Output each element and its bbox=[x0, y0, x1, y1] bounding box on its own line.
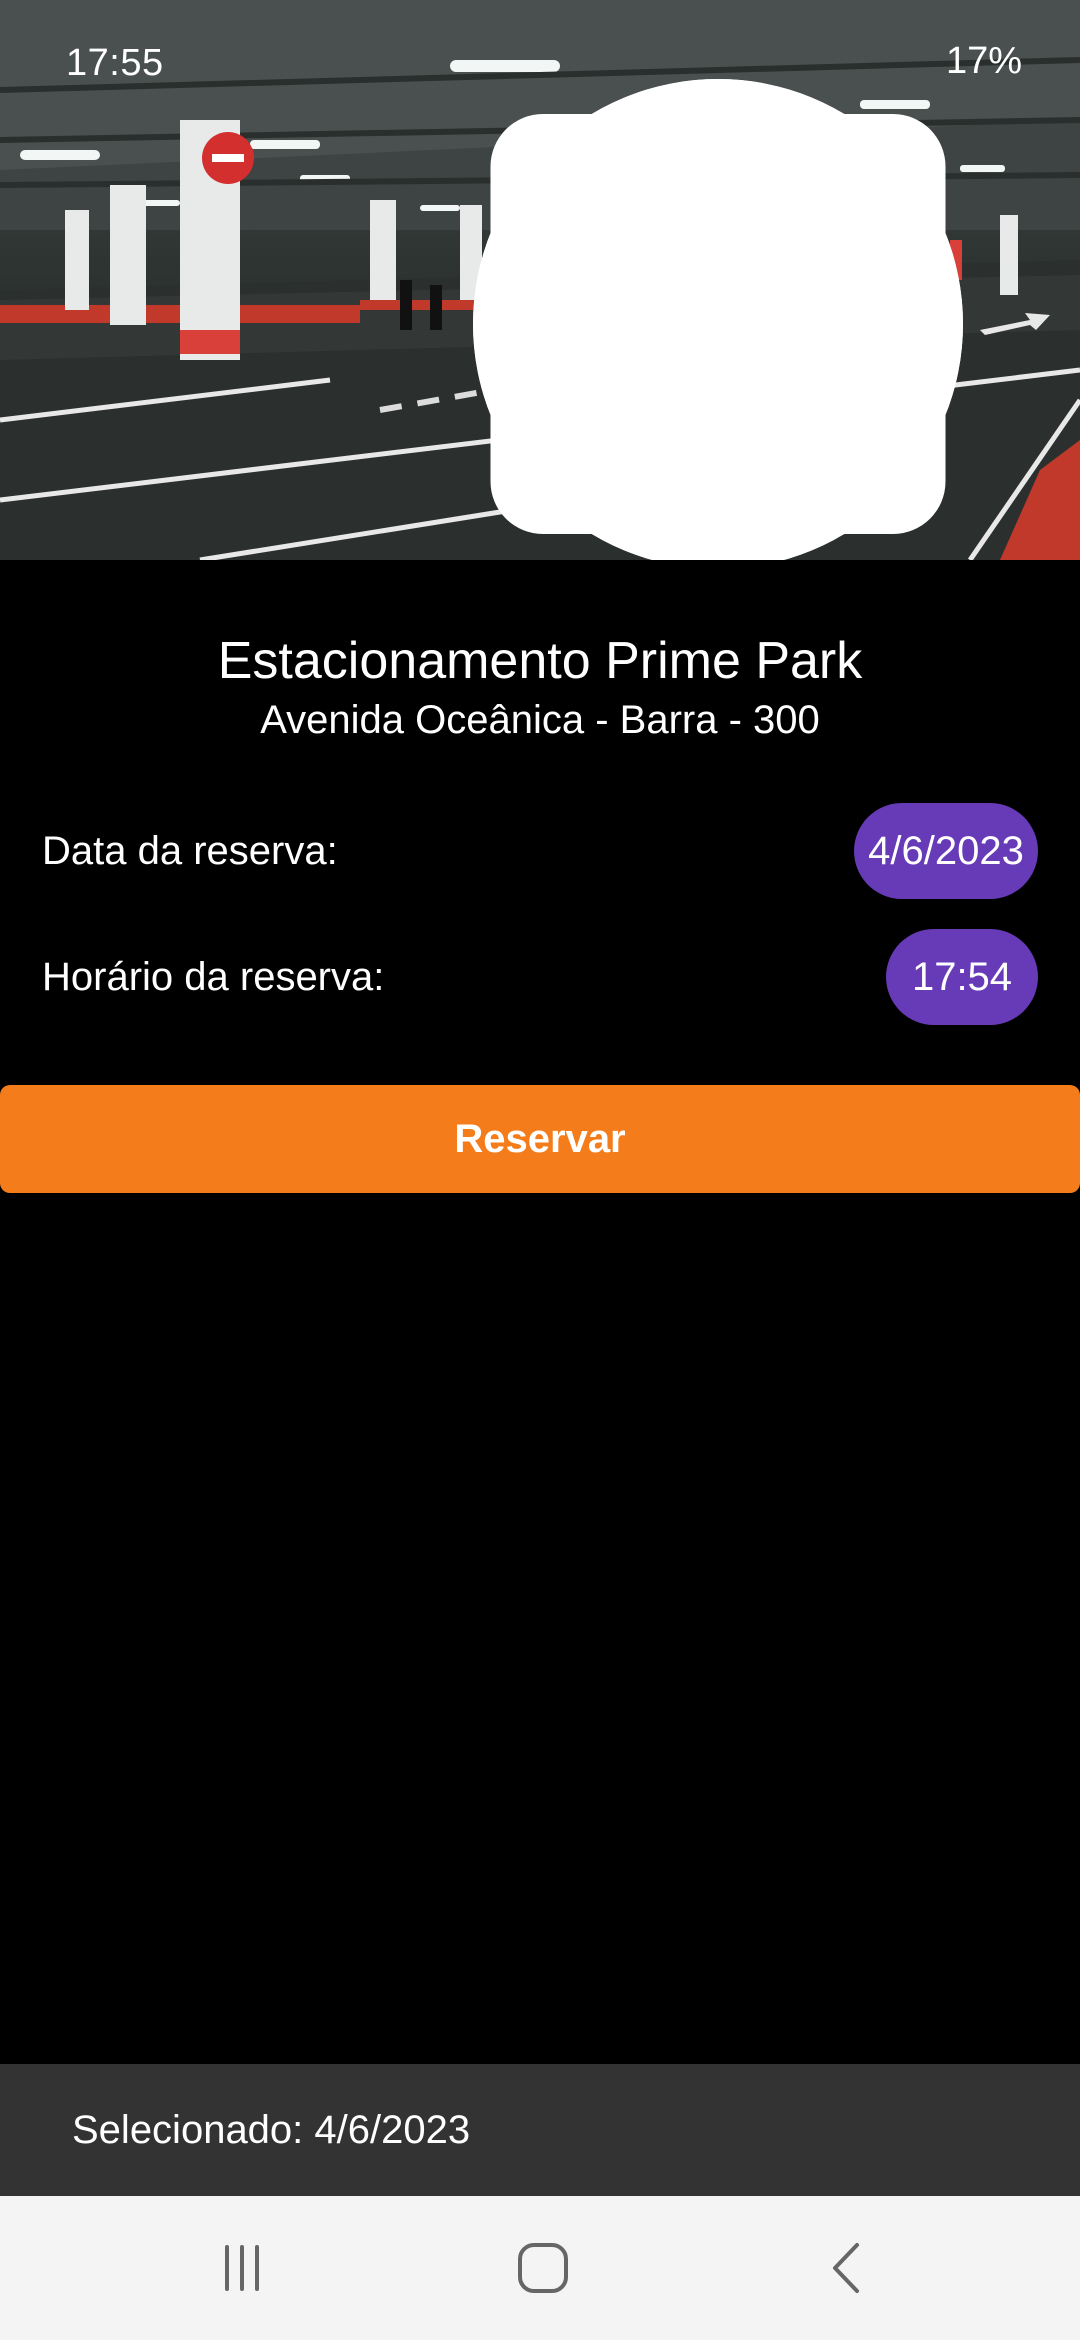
time-row: Horário da reserva: 17:54 bbox=[42, 929, 1038, 1025]
home-icon[interactable] bbox=[503, 2236, 583, 2300]
navigation-bar bbox=[0, 2196, 1080, 2340]
back-icon[interactable] bbox=[807, 2236, 887, 2300]
date-chip[interactable]: 4/6/2023 bbox=[854, 803, 1038, 899]
dot-icon bbox=[328, 54, 952, 558]
time-chip[interactable]: 17:54 bbox=[886, 929, 1038, 1025]
status-time: 17:55 bbox=[66, 42, 164, 84]
parking-address: Avenida Oceânica - Barra - 300 bbox=[260, 698, 820, 742]
parking-header: Estacionamento Prime Park Avenida Oceâni… bbox=[0, 630, 1080, 746]
snackbar-text: Selecionado: 4/6/2023 bbox=[72, 2107, 471, 2152]
hero-image: 17:55 17% bbox=[0, 0, 1080, 560]
snackbar: Selecionado: 4/6/2023 bbox=[0, 2064, 1080, 2196]
status-bar: 17:55 17% bbox=[0, 0, 1080, 560]
reserve-button[interactable]: Reservar bbox=[0, 1085, 1080, 1193]
time-label: Horário da reserva: bbox=[42, 954, 385, 999]
parking-name: Estacionamento Prime Park bbox=[217, 632, 863, 690]
date-row: Data da reserva: 4/6/2023 bbox=[42, 803, 1038, 899]
recents-icon[interactable] bbox=[202, 2236, 282, 2300]
date-label: Data da reserva: bbox=[42, 828, 338, 873]
